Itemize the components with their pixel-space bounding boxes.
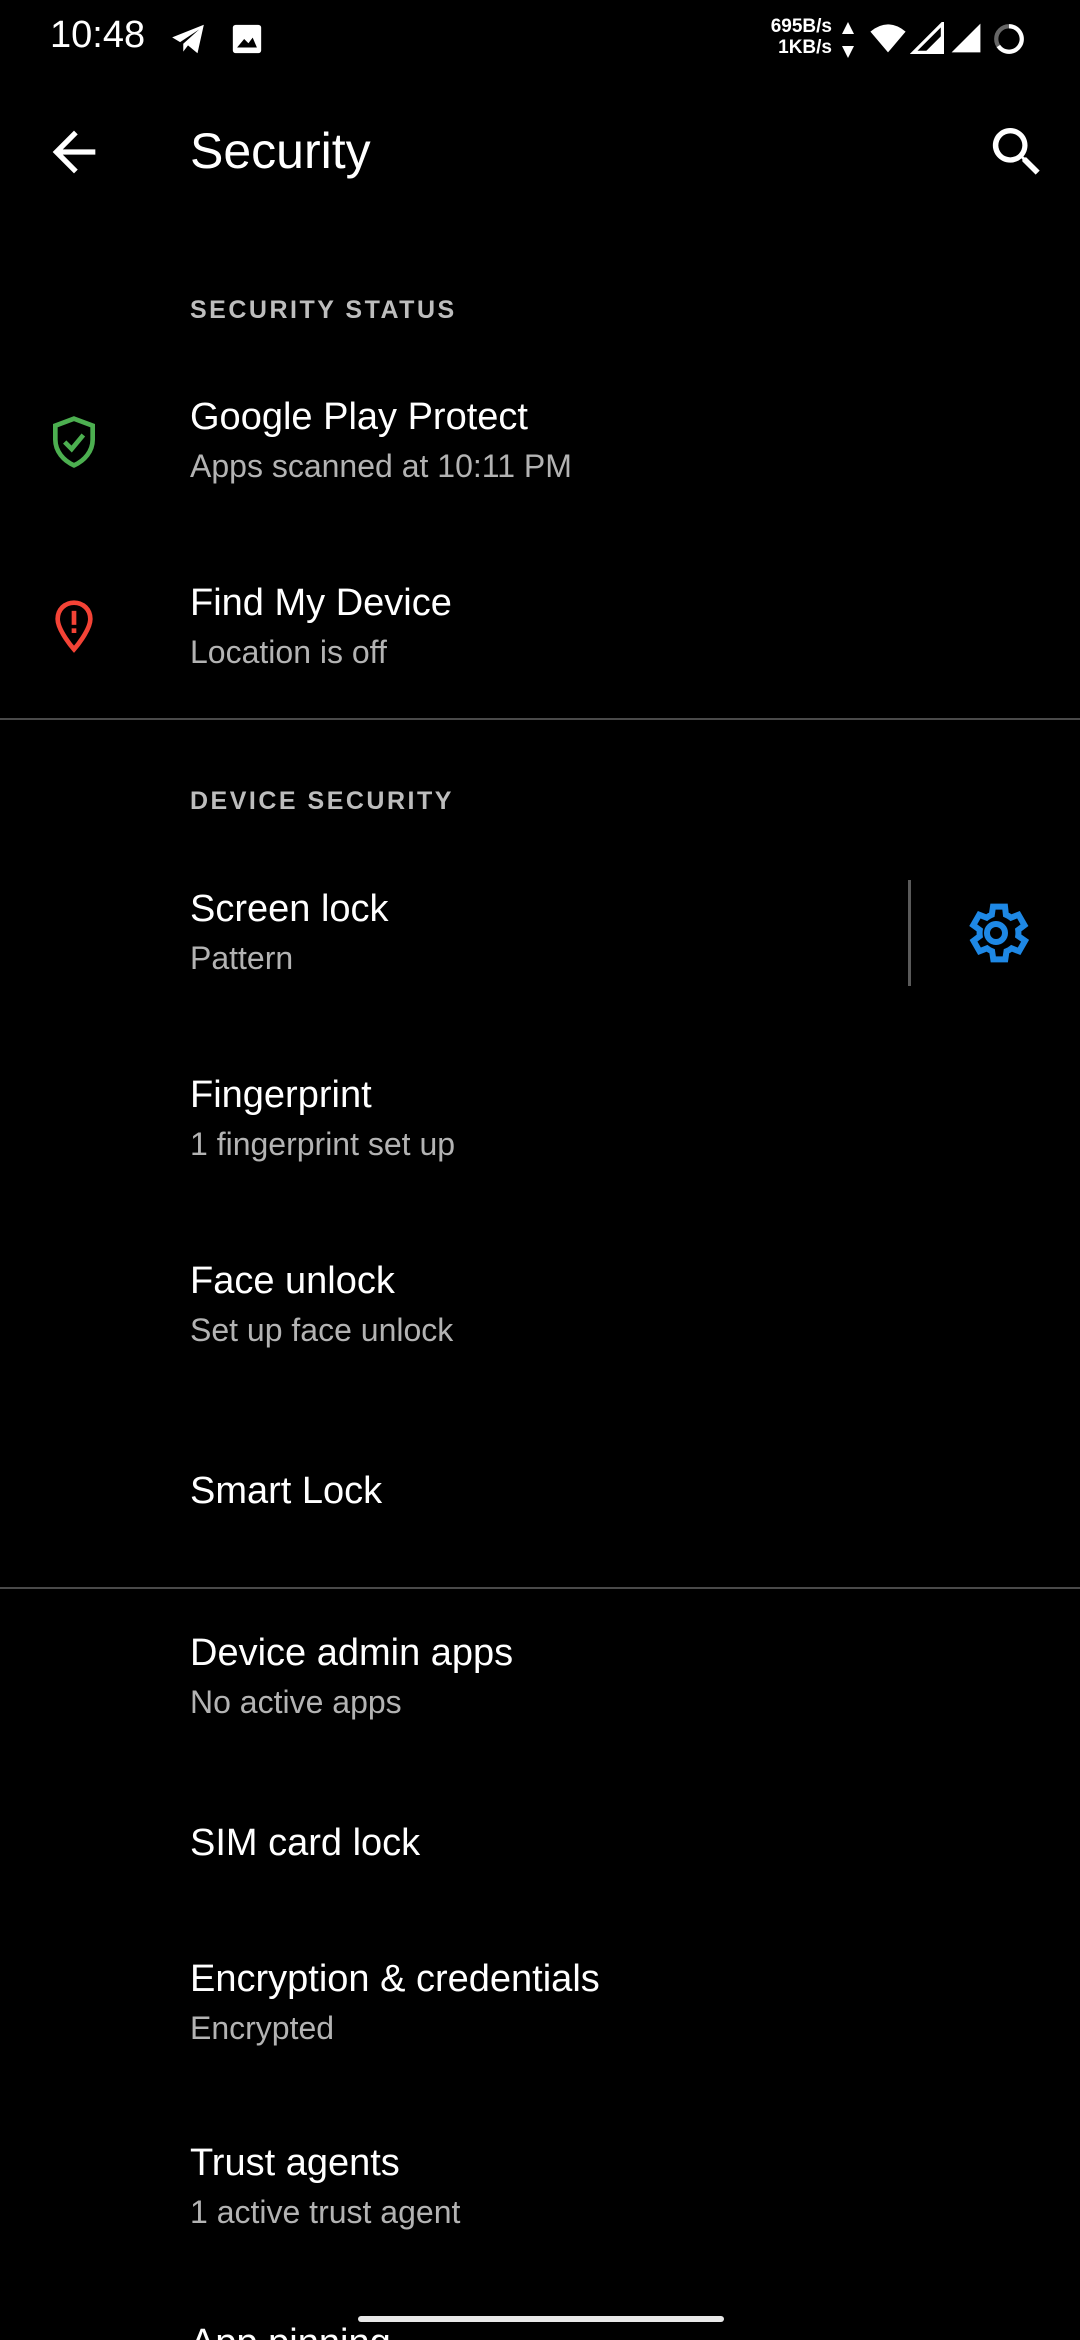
list-item-sim-card-lock[interactable]: SIM card lock bbox=[0, 1810, 1080, 1930]
item-subtitle: Encrypted bbox=[190, 2010, 335, 2046]
list-item-device-admin-apps[interactable]: Device admin apps No active apps bbox=[0, 1620, 1080, 1760]
item-subtitle: No active apps bbox=[190, 1684, 402, 1720]
net-upload-speed: 695B/s bbox=[770, 16, 832, 37]
signal-icon bbox=[910, 22, 944, 54]
battery-icon bbox=[994, 24, 1024, 54]
list-item-encryption-credentials[interactable]: Encryption & credentials Encrypted bbox=[0, 1950, 1080, 2090]
list-item-google-play-protect[interactable]: Google Play Protect Apps scanned at 10:1… bbox=[0, 380, 1080, 530]
status-bar: 10:48 695B/s 1KB/s bbox=[0, 0, 1080, 80]
location-alert-icon bbox=[55, 600, 93, 653]
app-bar: Security bbox=[0, 90, 1080, 220]
item-title: Screen lock bbox=[190, 888, 389, 930]
list-item-screen-lock[interactable]: Screen lock Pattern bbox=[0, 862, 1080, 1002]
item-title: Find My Device bbox=[190, 582, 452, 624]
list-item-app-pinning-partial[interactable]: App pinning bbox=[190, 2322, 391, 2340]
page-title: Security bbox=[190, 123, 371, 179]
net-download-speed: 1KB/s bbox=[778, 37, 832, 58]
list-item-fingerprint[interactable]: Fingerprint 1 fingerprint set up bbox=[0, 1050, 1080, 1190]
item-title: Trust agents bbox=[190, 2142, 400, 2184]
item-title: Smart Lock bbox=[190, 1470, 383, 1512]
item-subtitle: 1 active trust agent bbox=[190, 2194, 461, 2230]
item-subtitle: Location is off bbox=[190, 634, 387, 670]
item-subtitle: Set up face unlock bbox=[190, 1312, 454, 1348]
status-time: 10:48 bbox=[50, 14, 146, 56]
gesture-nav-handle[interactable] bbox=[358, 2316, 724, 2322]
item-title: Google Play Protect bbox=[190, 396, 528, 438]
telegram-icon bbox=[172, 24, 204, 54]
item-subtitle: Pattern bbox=[190, 940, 294, 976]
gear-icon[interactable] bbox=[960, 897, 1032, 969]
item-title: Device admin apps bbox=[190, 1632, 514, 1674]
item-subtitle: 1 fingerprint set up bbox=[190, 1126, 456, 1162]
back-arrow-icon[interactable] bbox=[42, 120, 106, 184]
list-item-face-unlock[interactable]: Face unlock Set up face unlock bbox=[0, 1236, 1080, 1376]
item-title: SIM card lock bbox=[190, 1822, 421, 1864]
image-icon bbox=[232, 24, 262, 54]
divider bbox=[0, 718, 1080, 720]
list-item-find-my-device[interactable]: Find My Device Location is off bbox=[0, 566, 1080, 716]
shield-check-icon bbox=[53, 416, 95, 468]
item-title: Fingerprint bbox=[190, 1074, 372, 1116]
network-speed: 695B/s 1KB/s bbox=[771, 16, 832, 58]
vertical-divider bbox=[908, 880, 911, 986]
signal-icon bbox=[951, 23, 981, 53]
section-header-device-security: DEVICE SECURITY bbox=[190, 787, 454, 815]
section-header-security-status: SECURITY STATUS bbox=[190, 296, 457, 324]
item-subtitle: Apps scanned at 10:11 PM bbox=[190, 448, 572, 484]
search-icon[interactable] bbox=[982, 120, 1052, 184]
list-item-smart-lock[interactable]: Smart Lock bbox=[0, 1440, 1080, 1560]
divider bbox=[0, 1587, 1080, 1589]
list-item-trust-agents[interactable]: Trust agents 1 active trust agent bbox=[0, 2136, 1080, 2276]
wifi-icon bbox=[870, 24, 906, 53]
data-arrows-icon bbox=[842, 22, 854, 58]
item-title: Encryption & credentials bbox=[190, 1958, 600, 2000]
item-title: Face unlock bbox=[190, 1260, 395, 1302]
